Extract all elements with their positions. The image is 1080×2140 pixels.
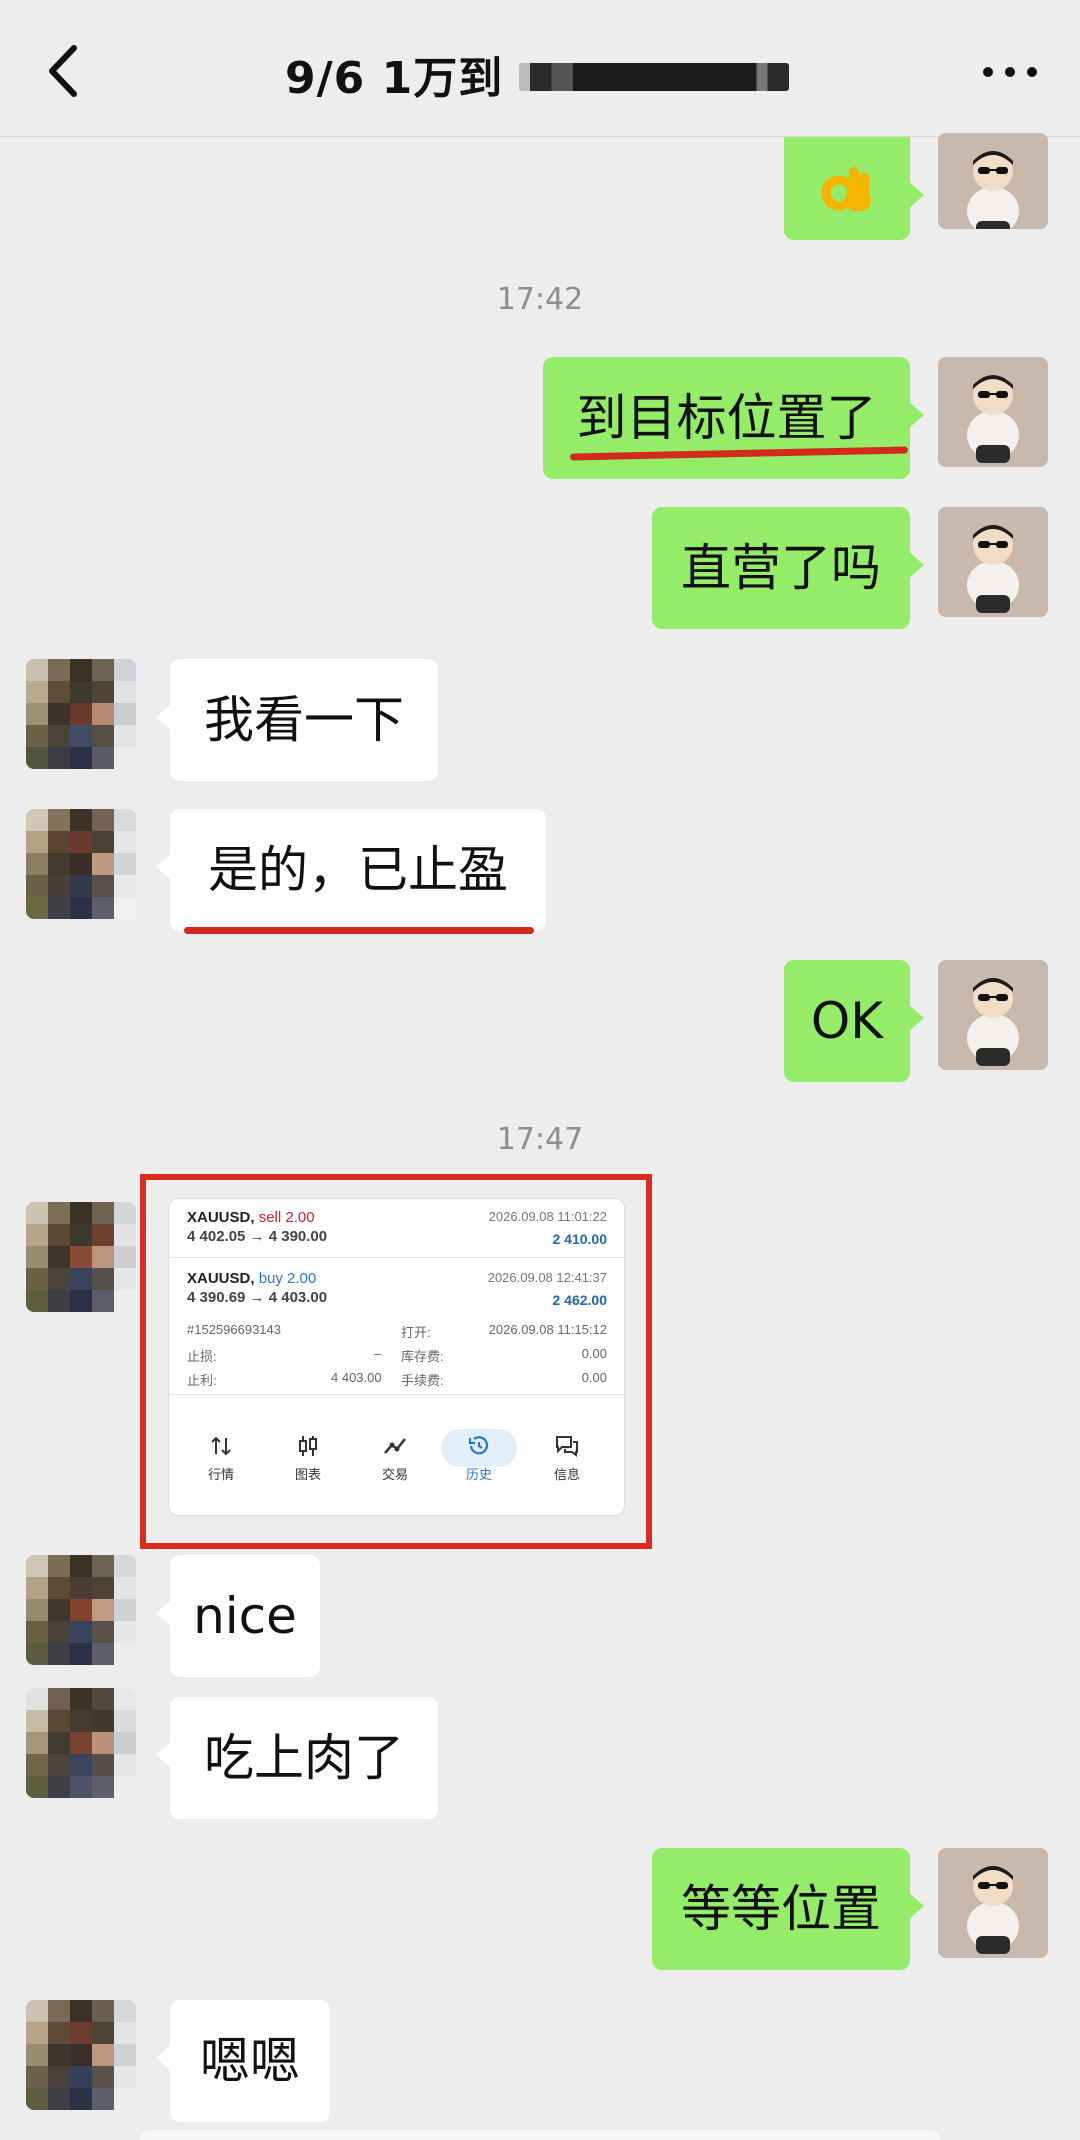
fee-label: 手续费: bbox=[401, 1373, 444, 1388]
swap-value: 0.00 bbox=[581, 1346, 607, 1361]
trade-symbol: XAUUSD, bbox=[187, 1270, 255, 1287]
timestamp: 17:42 bbox=[496, 282, 584, 317]
contact-avatar[interactable] bbox=[26, 809, 136, 919]
open-value: 2026.09.08 11:15:12 bbox=[488, 1322, 607, 1337]
message-bubble-received[interactable]: 我看一下 bbox=[156, 659, 438, 781]
message-text: 到目标位置了 bbox=[576, 389, 877, 447]
divider bbox=[169, 1257, 624, 1258]
sort-arrows-icon bbox=[211, 1436, 231, 1456]
contact-avatar[interactable] bbox=[26, 1555, 136, 1665]
redacted-name bbox=[519, 63, 790, 91]
message-bubble-received[interactable]: 嗯嗯 bbox=[156, 2000, 330, 2122]
trade-history-screenshot[interactable]: XAUUSD, sell 2.00 2026.09.08 11:01:22 4 … bbox=[140, 1174, 652, 1549]
nav-label: 行情 bbox=[207, 1467, 234, 1482]
message-text: nice bbox=[193, 1587, 297, 1645]
my-avatar[interactable] bbox=[938, 133, 1048, 229]
nav-tab-trade: 交易 bbox=[365, 1434, 425, 1483]
tp-value: 4 403.00 bbox=[331, 1370, 382, 1385]
nav-tab-chart: 图表 bbox=[278, 1434, 338, 1483]
sl-label: 止损: bbox=[187, 1349, 217, 1364]
nav-tab-quotes: 行情 bbox=[191, 1434, 251, 1483]
message-bubble-received[interactable]: 是的，已止盈 bbox=[156, 809, 546, 931]
my-avatar[interactable] bbox=[938, 1848, 1048, 1958]
message-bubble-received[interactable]: nice bbox=[156, 1555, 320, 1677]
message-text: 我看一下 bbox=[204, 691, 404, 749]
highlight-underline bbox=[184, 927, 534, 934]
my-avatar[interactable] bbox=[938, 357, 1048, 467]
more-dots-icon[interactable] bbox=[980, 60, 1040, 84]
chat-bubbles-icon bbox=[556, 1436, 578, 1457]
contact-avatar[interactable] bbox=[26, 659, 136, 769]
input-bar-edge bbox=[140, 2130, 940, 2140]
nav-tab-history: 历史 bbox=[449, 1434, 509, 1483]
nav-label: 交易 bbox=[381, 1467, 408, 1482]
message-bubble-sent[interactable]: 到目标位置了 bbox=[543, 357, 924, 479]
timestamp: 17:47 bbox=[496, 1122, 584, 1157]
nav-label: 信息 bbox=[553, 1467, 580, 1482]
ok-hand-emoji-icon bbox=[821, 166, 871, 211]
message-bubble-sent[interactable]: 等等位置 bbox=[652, 1848, 924, 1970]
message-bubble-sent[interactable]: 直营了吗 bbox=[652, 507, 924, 629]
tp-label: 止利: bbox=[187, 1373, 217, 1388]
message-text: OK bbox=[810, 992, 884, 1050]
contact-avatar[interactable] bbox=[26, 2000, 136, 2110]
message-bubble-sent[interactable] bbox=[784, 137, 924, 240]
chat-title-text: 9/6 1万到 bbox=[285, 53, 504, 104]
trade-history-card: XAUUSD, sell 2.00 2026.09.08 11:01:22 4 … bbox=[168, 1198, 625, 1516]
trade-side: sell 2.00 bbox=[258, 1209, 315, 1226]
message-text: 吃上肉了 bbox=[204, 1729, 404, 1787]
trade-prices: 4 390.69 → 4 403.00 bbox=[187, 1289, 328, 1306]
history-clock-icon bbox=[468, 1436, 489, 1455]
fee-value: 0.00 bbox=[581, 1370, 607, 1385]
message-bubble-sent[interactable]: OK bbox=[784, 960, 924, 1082]
message-text: 嗯嗯 bbox=[200, 2032, 300, 2090]
trade-profit: 2 410.00 bbox=[552, 1231, 608, 1247]
nav-label: 图表 bbox=[294, 1467, 321, 1482]
message-bubble-received[interactable]: 吃上肉了 bbox=[156, 1697, 438, 1819]
trade-entry: XAUUSD, sell 2.00 2026.09.08 11:01:22 4 … bbox=[187, 1209, 608, 1247]
divider bbox=[169, 1394, 624, 1395]
trend-line-icon bbox=[384, 1438, 406, 1454]
my-avatar[interactable] bbox=[938, 960, 1048, 1070]
chat-message-list[interactable]: 17:42 到目标位置了 直营了吗 我看一下 是的，已止盈 OK 17:47 X… bbox=[0, 133, 1080, 2140]
chevron-left-icon[interactable] bbox=[38, 36, 98, 106]
message-text: 是的，已止盈 bbox=[208, 841, 508, 899]
message-text: 等等位置 bbox=[681, 1880, 881, 1938]
nav-tab-messages: 信息 bbox=[537, 1434, 597, 1483]
contact-avatar[interactable] bbox=[26, 1688, 136, 1798]
trade-prices: 4 402.05 → 4 390.00 bbox=[187, 1228, 328, 1245]
swap-label: 库存费: bbox=[401, 1349, 444, 1364]
trade-date: 2026.09.08 12:41:37 bbox=[487, 1270, 607, 1285]
trade-side: buy 2.00 bbox=[258, 1270, 317, 1287]
trade-entry: XAUUSD, buy 2.00 2026.09.08 12:41:37 4 3… bbox=[187, 1270, 608, 1308]
contact-avatar[interactable] bbox=[26, 1202, 136, 1312]
order-id: #152596693143 bbox=[187, 1322, 281, 1337]
open-label: 打开: bbox=[401, 1325, 431, 1340]
chat-title: 9/6 1万到 bbox=[285, 44, 790, 104]
trade-date: 2026.09.08 11:01:22 bbox=[488, 1209, 607, 1224]
nav-label: 历史 bbox=[465, 1467, 492, 1482]
candlestick-icon bbox=[299, 1436, 317, 1456]
chat-header: 9/6 1万到 bbox=[0, 0, 1080, 137]
message-text: 直营了吗 bbox=[681, 539, 881, 597]
trade-symbol: XAUUSD, bbox=[187, 1209, 255, 1226]
my-avatar[interactable] bbox=[938, 507, 1048, 617]
sl-value: – bbox=[374, 1346, 382, 1361]
bottom-nav: 行情 图表 交易 历史 信息 bbox=[169, 1429, 624, 1504]
trade-profit: 2 462.00 bbox=[552, 1292, 608, 1308]
